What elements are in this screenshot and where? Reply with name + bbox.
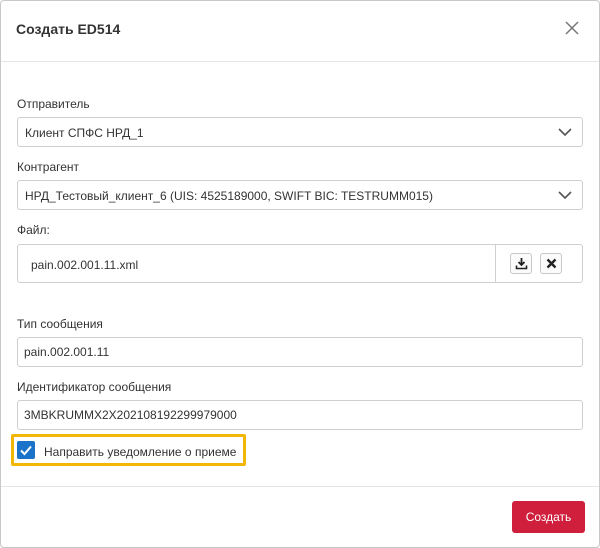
close-icon [565,21,579,35]
counterparty-select[interactable]: НРД_Тестовый_клиент_6 (UIS: 4525189000, … [17,180,583,210]
sender-value: Клиент СПФС НРД_1 [25,126,144,140]
close-icon [546,258,557,269]
file-divider [495,245,496,282]
remove-file-button[interactable] [540,253,562,274]
sender-select[interactable]: Клиент СПФС НРД_1 [17,117,583,147]
notify-checkbox[interactable] [17,441,35,459]
close-button[interactable] [563,19,581,37]
notify-label[interactable]: Направить уведомление о приеме [44,445,236,459]
create-button[interactable]: Создать [512,501,585,533]
message-id-input[interactable] [17,400,583,430]
checkmark-icon [20,445,32,456]
counterparty-value: НРД_Тестовый_клиент_6 (UIS: 4525189000, … [25,189,433,203]
download-icon [515,258,528,270]
file-label: Файл: [17,223,50,237]
file-name: pain.002.001.11.xml [31,258,139,272]
message-type-label: Тип сообщения [17,317,103,331]
chevron-down-icon [558,191,572,200]
sender-label: Отправитель [17,97,90,111]
download-button[interactable] [510,253,532,274]
message-type-input[interactable] [17,337,583,367]
counterparty-label: Контрагент [17,160,80,174]
message-id-label: Идентификатор сообщения [17,380,172,394]
footer-divider [1,486,599,487]
chevron-down-icon [558,128,572,137]
file-field: pain.002.001.11.xml [17,244,583,283]
dialog-title: Создать ED514 [16,21,121,37]
dialog-header: Создать ED514 [1,1,599,62]
create-dialog: Создать ED514 Отправитель Клиент СПФС НР… [0,0,600,548]
